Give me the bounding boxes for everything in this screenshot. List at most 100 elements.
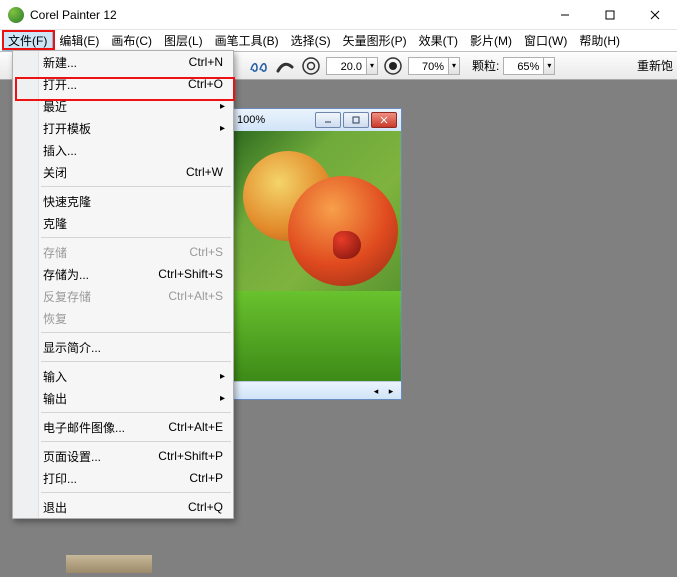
menu-item-label: 打开... [43, 76, 188, 93]
opacity-value[interactable]: 70% [408, 57, 448, 75]
close-button[interactable] [632, 0, 677, 30]
opacity-field[interactable]: 70% ▾ [408, 57, 460, 75]
brush-curl-icon[interactable] [248, 55, 270, 77]
grain-value[interactable]: 65% [503, 57, 543, 75]
menu-item-label: 打印... [43, 470, 189, 487]
menu-item[interactable]: 退出Ctrl+Q [13, 496, 233, 518]
menubar-item[interactable]: 画笔工具(B) [209, 30, 285, 51]
menu-item-label: 快速克隆 [43, 193, 223, 210]
menu-item[interactable]: 插入... [13, 139, 233, 161]
menubar-item[interactable]: 编辑(E) [53, 30, 105, 51]
opacity-preview-icon[interactable] [382, 55, 404, 77]
menu-item-label: 打开模板 [43, 120, 223, 137]
brush-stroke-icon[interactable] [274, 55, 296, 77]
app-icon [8, 7, 24, 23]
document-canvas[interactable] [233, 131, 401, 381]
grain-label: 颗粒: [472, 57, 499, 74]
doc-close-button[interactable] [371, 112, 397, 128]
menu-separator [41, 441, 231, 442]
zoom-label: 100% [237, 114, 265, 126]
menu-bar: 文件(F)编辑(E)画布(C)图层(L)画笔工具(B)选择(S)矢量图形(P)效… [0, 30, 677, 52]
size-preview-icon[interactable] [300, 55, 322, 77]
menu-item[interactable]: 最近▸ [13, 95, 233, 117]
menubar-item[interactable]: 窗口(W) [518, 30, 573, 51]
menu-item-label: 输出 [43, 390, 223, 407]
dropdown-arrow-icon[interactable]: ▾ [448, 57, 460, 75]
file-menu-dropdown: 新建...Ctrl+N打开...Ctrl+O最近▸打开模板▸插入...关闭Ctr… [12, 50, 234, 519]
menu-item-shortcut: Ctrl+Shift+S [158, 267, 223, 281]
brush-size-value[interactable]: 20.0 [326, 57, 366, 75]
submenu-arrow-icon: ▸ [220, 393, 225, 404]
title-bar: Corel Painter 12 [0, 0, 677, 30]
menu-separator [41, 412, 231, 413]
menubar-item[interactable]: 影片(M) [464, 30, 518, 51]
thumbnail-strip[interactable] [66, 555, 152, 573]
submenu-arrow-icon: ▸ [220, 101, 225, 112]
menu-item-label: 恢复 [43, 310, 223, 327]
menu-item-label: 存储为... [43, 266, 158, 283]
menu-item[interactable]: 页面设置...Ctrl+Shift+P [13, 445, 233, 467]
menu-separator [41, 186, 231, 187]
menubar-item[interactable]: 效果(T) [413, 30, 464, 51]
menu-item[interactable]: 新建...Ctrl+N [13, 51, 233, 73]
menu-item-label: 最近 [43, 98, 223, 115]
menu-item-shortcut: Ctrl+W [186, 165, 223, 179]
menu-item: 恢复 [13, 307, 233, 329]
menu-item-label: 关闭 [43, 164, 186, 181]
menu-item[interactable]: 电子邮件图像...Ctrl+Alt+E [13, 416, 233, 438]
maximize-button[interactable] [587, 0, 632, 30]
menu-item-label: 插入... [43, 142, 223, 159]
menu-item-shortcut: Ctrl+Shift+P [158, 449, 223, 463]
menubar-item[interactable]: 选择(S) [285, 30, 337, 51]
scroll-left-icon[interactable]: ◂ [370, 385, 382, 397]
menu-item[interactable]: 输入▸ [13, 365, 233, 387]
menu-item-label: 显示简介... [43, 339, 223, 356]
menu-separator [41, 237, 231, 238]
submenu-arrow-icon: ▸ [220, 371, 225, 382]
menu-item[interactable]: 打印...Ctrl+P [13, 467, 233, 489]
menubar-item[interactable]: 画布(C) [105, 30, 158, 51]
dropdown-arrow-icon[interactable]: ▾ [366, 57, 378, 75]
menu-item-label: 电子邮件图像... [43, 419, 168, 436]
dropdown-arrow-icon[interactable]: ▾ [543, 57, 555, 75]
menu-item-shortcut: Ctrl+N [189, 55, 223, 69]
menu-item[interactable]: 存储为...Ctrl+Shift+S [13, 263, 233, 285]
menu-item-label: 反复存储 [43, 288, 168, 305]
scroll-right-icon[interactable]: ▸ [385, 385, 397, 397]
menu-item-label: 存储 [43, 244, 189, 261]
menu-item: 存储Ctrl+S [13, 241, 233, 263]
menu-item-label: 克隆 [43, 215, 223, 232]
resat-label: 重新饱 [637, 57, 673, 74]
menubar-item[interactable]: 文件(F) [2, 30, 53, 51]
app-title: Corel Painter 12 [30, 8, 117, 22]
menu-item-shortcut: Ctrl+O [188, 77, 223, 91]
document-window[interactable]: 100% ◂ ▸ [232, 108, 402, 400]
menu-separator [41, 332, 231, 333]
grain-field[interactable]: 65% ▾ [503, 57, 555, 75]
menubar-item[interactable]: 图层(L) [158, 30, 209, 51]
menu-item[interactable]: 打开模板▸ [13, 117, 233, 139]
minimize-button[interactable] [542, 0, 587, 30]
brush-size-field[interactable]: 20.0 ▾ [326, 57, 378, 75]
menu-item-label: 页面设置... [43, 448, 158, 465]
menubar-item[interactable]: 矢量图形(P) [337, 30, 413, 51]
menu-item[interactable]: 输出▸ [13, 387, 233, 409]
document-titlebar[interactable]: 100% [233, 109, 401, 131]
menu-item-shortcut: Ctrl+Alt+E [168, 420, 223, 434]
document-statusbar: ◂ ▸ [233, 381, 401, 399]
menu-item[interactable]: 打开...Ctrl+O [13, 73, 233, 95]
menu-item-label: 退出 [43, 499, 188, 516]
menu-separator [41, 361, 231, 362]
menu-item[interactable]: 关闭Ctrl+W [13, 161, 233, 183]
menu-item-shortcut: Ctrl+S [189, 245, 223, 259]
menu-item[interactable]: 显示简介... [13, 336, 233, 358]
menu-separator [41, 492, 231, 493]
doc-minimize-button[interactable] [315, 112, 341, 128]
menu-item[interactable]: 克隆 [13, 212, 233, 234]
menu-item-shortcut: Ctrl+Q [188, 500, 223, 514]
menu-item[interactable]: 快速克隆 [13, 190, 233, 212]
menubar-item[interactable]: 帮助(H) [573, 30, 626, 51]
doc-maximize-button[interactable] [343, 112, 369, 128]
menu-item-shortcut: Ctrl+P [189, 471, 223, 485]
menu-item-label: 输入 [43, 368, 223, 385]
